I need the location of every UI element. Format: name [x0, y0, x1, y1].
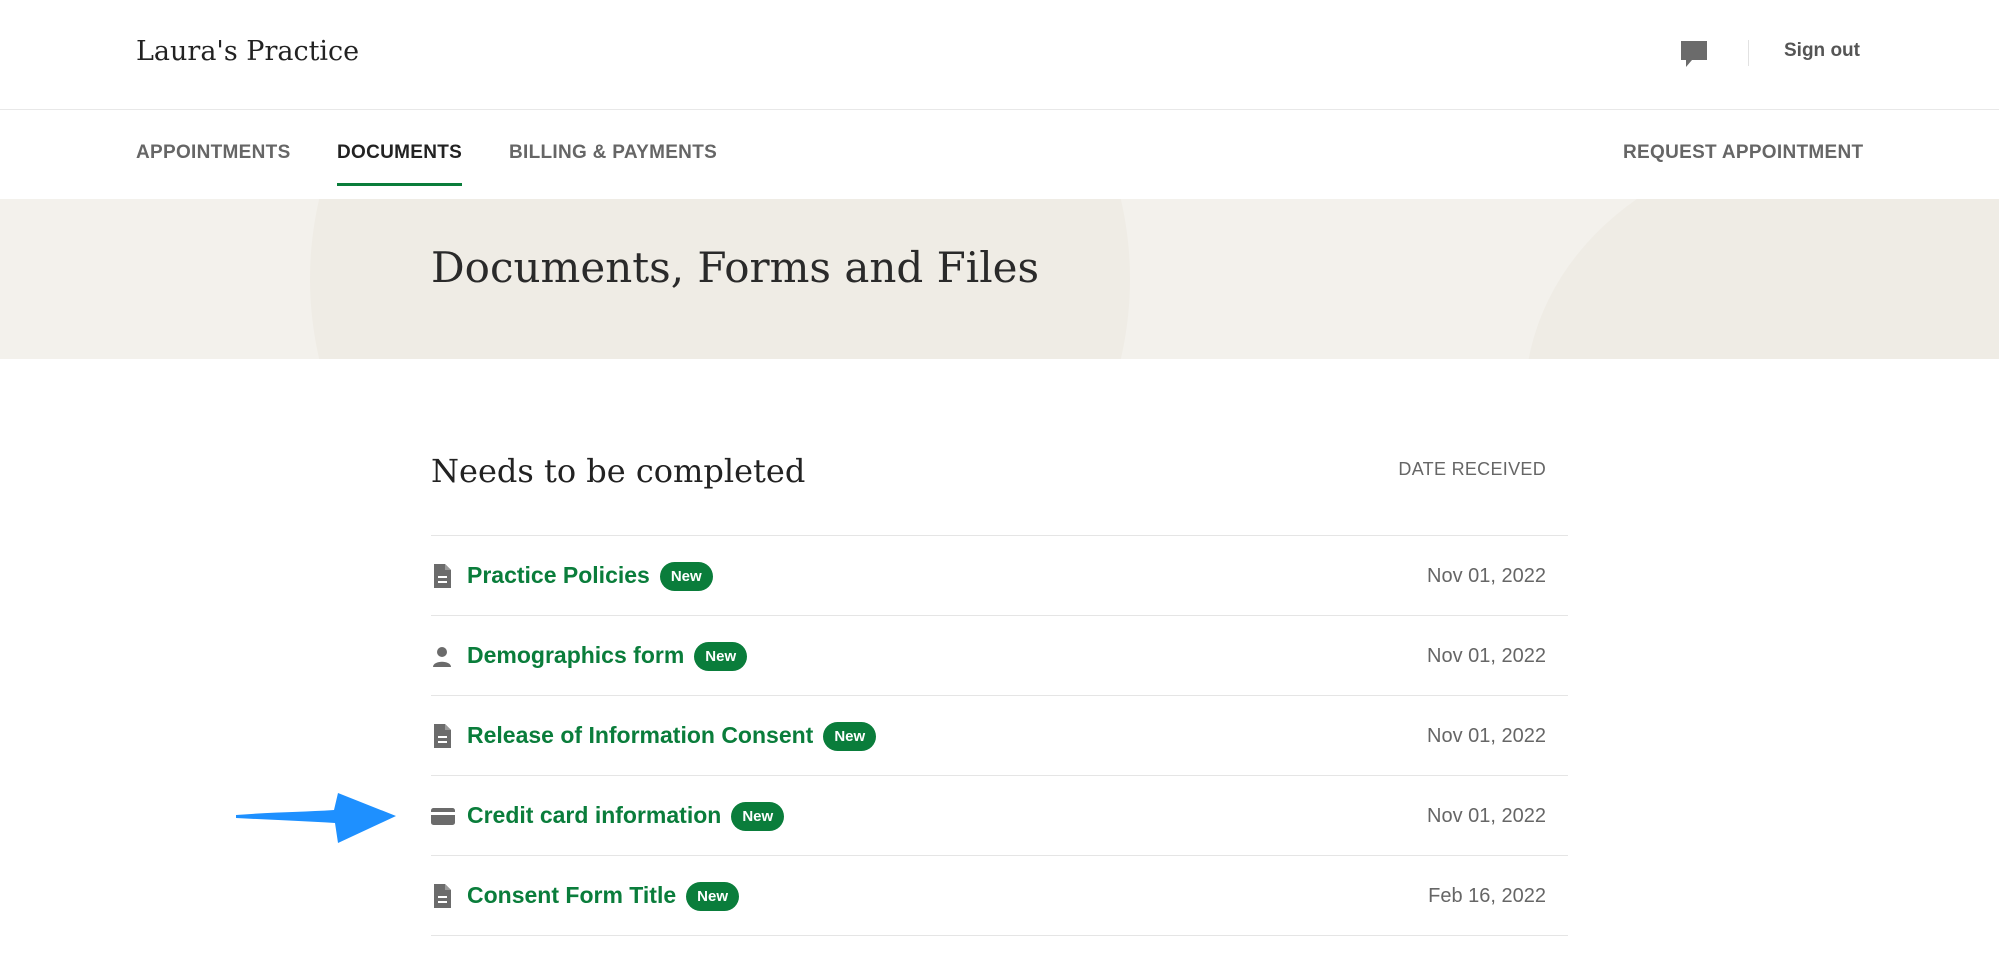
- top-header: Laura's Practice Sign out: [0, 0, 1999, 110]
- document-title[interactable]: Practice Policies: [467, 562, 650, 588]
- page-title: Documents, Forms and Files: [431, 243, 1040, 292]
- request-appointment-link[interactable]: REQUEST APPOINTMENT: [1623, 142, 1863, 186]
- credit-card-icon: [431, 803, 455, 829]
- document-link[interactable]: Demographics form New: [467, 642, 748, 671]
- new-badge: New: [823, 722, 877, 751]
- document-title[interactable]: Consent Form Title: [467, 882, 676, 908]
- date-received: Nov 01, 2022: [1427, 645, 1546, 667]
- document-row-practice-policies: Practice Policies New Nov 01, 2022: [431, 536, 1568, 616]
- new-badge: New: [659, 562, 713, 591]
- document-title[interactable]: Release of Information Consent: [467, 722, 813, 748]
- date-received-header: DATE RECEIVED: [1398, 459, 1546, 479]
- new-badge: New: [694, 642, 748, 671]
- document-link[interactable]: Release of Information Consent New: [467, 722, 877, 751]
- tab-appointments[interactable]: APPOINTMENTS: [136, 142, 291, 186]
- document-row-credit-card: Credit card information New Nov 01, 2022: [431, 776, 1568, 856]
- document-title[interactable]: Demographics form: [467, 642, 684, 668]
- header-divider: [1748, 40, 1749, 66]
- document-icon: [431, 563, 453, 589]
- chat-bubble-icon[interactable]: [1678, 38, 1710, 72]
- page-hero: Documents, Forms and Files: [0, 199, 1999, 359]
- sign-out-link[interactable]: Sign out: [1784, 40, 1860, 62]
- section-title: Needs to be completed: [431, 452, 806, 490]
- hero-decoration: [1525, 199, 1999, 359]
- document-icon: [431, 883, 453, 909]
- document-row-consent-form: Consent Form Title New Feb 16, 2022: [431, 856, 1568, 936]
- document-row-demographics: Demographics form New Nov 01, 2022: [431, 616, 1568, 696]
- date-received: Nov 01, 2022: [1427, 565, 1546, 587]
- new-badge: New: [731, 802, 785, 831]
- document-row-release-of-information: Release of Information Consent New Nov 01…: [431, 696, 1568, 776]
- tab-documents[interactable]: DOCUMENTS: [337, 142, 463, 186]
- document-link[interactable]: Consent Form Title New: [467, 882, 739, 911]
- document-link[interactable]: Credit card information New: [467, 802, 785, 831]
- document-link[interactable]: Practice Policies New: [467, 562, 713, 591]
- document-title[interactable]: Credit card information: [467, 802, 721, 828]
- tab-billing-payments[interactable]: BILLING & PAYMENTS: [509, 142, 717, 186]
- date-received: Nov 01, 2022: [1427, 805, 1546, 827]
- new-badge: New: [686, 882, 739, 911]
- document-icon: [431, 723, 453, 749]
- document-list: Practice Policies New Nov 01, 2022 Demogr…: [431, 535, 1568, 936]
- date-received: Feb 16, 2022: [1428, 885, 1546, 907]
- annotation-arrow-icon: [234, 785, 402, 847]
- person-icon: [431, 643, 453, 669]
- practice-name[interactable]: Laura's Practice: [136, 36, 359, 67]
- main-nav: APPOINTMENTS DOCUMENTS BILLING & PAYMENT…: [0, 110, 1999, 199]
- date-received: Nov 01, 2022: [1427, 725, 1546, 747]
